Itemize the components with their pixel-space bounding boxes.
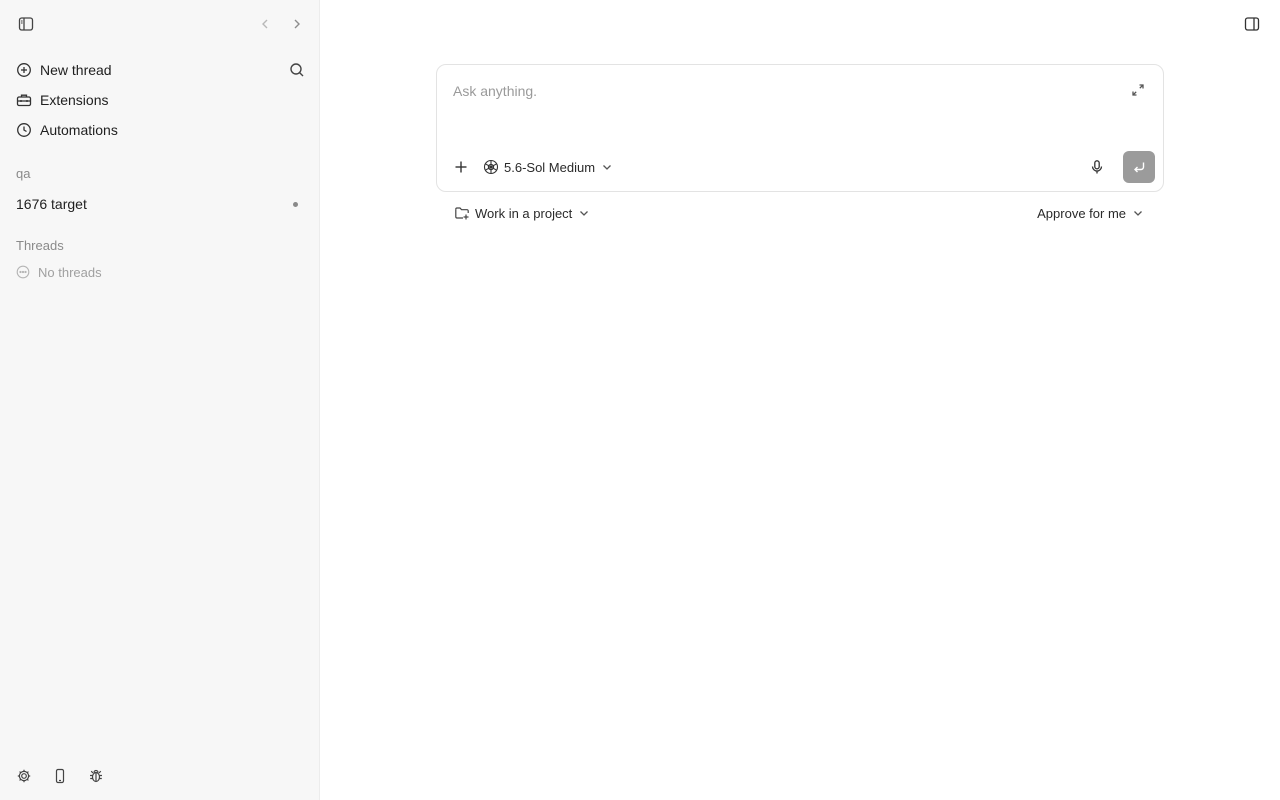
project-label: 1676 target <box>16 196 87 212</box>
enter-icon <box>1134 162 1145 173</box>
composer-options-row: Work in a project Approve for me <box>436 202 1164 224</box>
model-selector[interactable]: 5.6-Sol Medium <box>483 157 613 177</box>
model-label: 5.6-Sol Medium <box>504 159 596 175</box>
gear-icon[interactable] <box>12 764 36 788</box>
right-panel-toggle-icon[interactable] <box>1242 14 1262 34</box>
plus-icon <box>455 161 467 173</box>
new-thread-label: New thread <box>40 62 112 78</box>
bug-icon[interactable] <box>84 764 108 788</box>
chevron-left-icon[interactable] <box>253 12 277 36</box>
project-picker-label: Work in a project <box>475 205 573 221</box>
threads-section-label: Threads <box>16 238 64 253</box>
clock-icon <box>16 122 32 138</box>
expand-icon[interactable] <box>1129 81 1147 99</box>
folder-plus-icon <box>454 205 470 221</box>
chevron-right-icon[interactable] <box>285 12 309 36</box>
add-attachment-button[interactable] <box>451 157 471 177</box>
project-item[interactable]: 1676 target <box>8 190 312 218</box>
approval-mode-label: Approve for me <box>1037 205 1126 221</box>
no-threads-label: No threads <box>38 264 102 280</box>
project-section-label: qa <box>16 166 31 181</box>
no-threads-placeholder: No threads <box>16 262 102 282</box>
microphone-icon[interactable] <box>1087 157 1107 177</box>
sidebar-item-label: Extensions <box>40 92 109 108</box>
sidebar-item-automations[interactable]: Automations <box>8 116 312 144</box>
main-area: 5.6-Sol Medium Work in a project <box>320 0 1280 800</box>
project-picker[interactable]: Work in a project <box>454 202 590 224</box>
chevron-down-icon <box>1132 207 1144 219</box>
composer: 5.6-Sol Medium <box>436 64 1164 192</box>
ellipsis-circle-icon <box>16 265 30 279</box>
chevron-down-icon <box>578 207 590 219</box>
new-thread-button[interactable]: New thread <box>8 56 312 84</box>
approval-mode-picker[interactable]: Approve for me <box>1037 202 1144 224</box>
mobile-icon[interactable] <box>48 764 72 788</box>
openai-logo-icon <box>483 159 499 175</box>
chevron-down-icon <box>601 161 613 173</box>
send-button[interactable] <box>1123 151 1155 183</box>
prompt-input[interactable] <box>453 81 1113 101</box>
sidebar-footer <box>0 752 320 800</box>
toolbox-icon <box>16 92 32 108</box>
sidebar-item-label: Automations <box>40 122 118 138</box>
sidebar-item-extensions[interactable]: Extensions <box>8 86 312 114</box>
sidebar-header <box>0 0 320 48</box>
plus-circle-icon <box>16 62 32 78</box>
sidebar-toggle-icon[interactable] <box>14 12 38 36</box>
search-icon[interactable] <box>285 58 309 82</box>
sidebar: New thread Extensions Automations qa 167… <box>0 0 320 800</box>
app-window: New thread Extensions Automations qa 167… <box>0 0 1280 800</box>
project-status-dot <box>293 202 298 207</box>
